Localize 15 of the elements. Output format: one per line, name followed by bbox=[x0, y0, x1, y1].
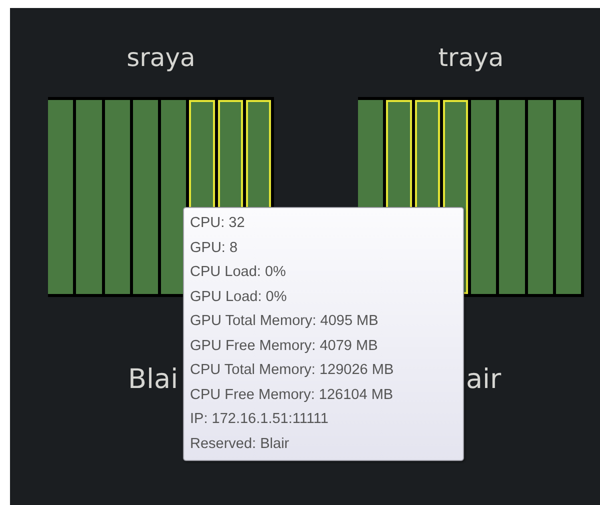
node-name: traya bbox=[437, 42, 505, 74]
tooltip-line: Reserved: Blair bbox=[190, 434, 290, 454]
tooltip-line: CPU Free Memory: 126104 MB bbox=[190, 386, 394, 404]
node-name: sraya bbox=[126, 42, 196, 74]
reserved-label: air bbox=[466, 363, 502, 397]
tooltip-line: IP: 172.16.1.51:11111 bbox=[190, 410, 330, 429]
tooltip-line: CPU: 32 bbox=[190, 214, 246, 233]
tooltip-line: GPU Total Memory: 4095 MB bbox=[190, 312, 380, 331]
tooltip-line: GPU: 8 bbox=[190, 238, 239, 258]
reserved-label: Blai bbox=[128, 363, 178, 397]
tooltip-line: CPU Total Memory: 129026 MB bbox=[190, 361, 395, 380]
tooltip-line: GPU Load: 0% bbox=[190, 288, 288, 306]
tooltip-line: CPU Load: 0% bbox=[190, 263, 287, 282]
gpu-slot[interactable] bbox=[161, 100, 186, 294]
tooltip-line: GPU Free Memory: 4079 MB bbox=[190, 336, 379, 356]
